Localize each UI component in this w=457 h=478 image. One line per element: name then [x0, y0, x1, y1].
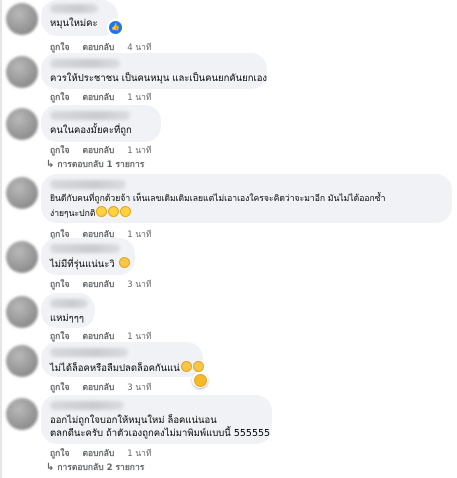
comment-actions: ถูกใจ ตอบกลับ 1 นาที [50, 446, 152, 460]
commenter-name[interactable] [50, 111, 130, 120]
grinning-emoji-icon [192, 361, 204, 372]
comment-bubble: ไม่ได้ล็อคหรือลืมปลดล็อคกันแน่ [41, 342, 204, 377]
avatar[interactable] [6, 108, 38, 140]
avatar[interactable] [6, 345, 38, 377]
comment-text-line-2: ง่ายๆนะปกติ [50, 206, 442, 221]
comment-text-line-2-text: ง่ายๆนะปกติ [50, 209, 96, 219]
reply-button[interactable]: ตอบกลับ [82, 40, 114, 54]
comment-bubble: แหม่ๆๆๆ [41, 293, 95, 328]
comment-bubble: ออกไม่ถูกใจบอกให้หมุนใหม่ ล็อคแน่นอน ตลก… [41, 395, 272, 444]
comment-time[interactable]: 3 นาที [127, 277, 151, 291]
thread-line [0, 0, 2, 478]
comment-bubble: หมุนใหม่คะ [41, 0, 118, 36]
comment-time[interactable]: 3 นาที [127, 380, 151, 394]
reply-button[interactable]: ตอบกลับ [82, 380, 114, 394]
comment-time[interactable]: 4 นาที [127, 40, 151, 54]
commenter-name[interactable] [50, 4, 98, 13]
comment-actions: ถูกใจ ตอบกลับ 3 นาที [50, 380, 152, 394]
like-button[interactable]: ถูกใจ [50, 329, 69, 343]
comment-actions: ถูกใจ ตอบกลับ 4 นาที [50, 40, 152, 54]
laughing-emoji-icon [96, 206, 108, 217]
comment-time[interactable]: 1 นาที [127, 329, 151, 343]
avatar[interactable] [6, 241, 38, 273]
commenter-name[interactable] [50, 401, 124, 410]
laughing-emoji-icon [108, 206, 120, 217]
comment-text-content: ไม่มีที่รุ่นแน่นะวิ [50, 259, 115, 270]
like-button[interactable]: ถูกใจ [50, 143, 69, 157]
comment-text: ไม่ได้ล็อคหรือลืมปลดล็อคกันแน่ [50, 361, 204, 375]
comment-text: ควรให้ประชาชน เป็นคนหมุน และเป็นคนยกคันย… [50, 73, 268, 84]
comment-time[interactable]: 1 นาที [127, 446, 151, 460]
avatar[interactable] [6, 56, 38, 88]
comment-text: แหม่ๆๆๆ [50, 313, 84, 324]
comment-text-line-1: ยินดีกับคนที่ถูกด้วยจ้า เห็นเลขเดิมเดิมเ… [50, 194, 386, 204]
comment-actions: ถูกใจ ตอบกลับ 1 นาที [50, 329, 152, 343]
reply-arrow-icon: ↳ [46, 461, 55, 473]
comment-bubble: ควรให้ประชาชน เป็นคนหมุน และเป็นคนยกคันย… [41, 53, 267, 89]
like-button[interactable]: ถูกใจ [50, 380, 69, 394]
avatar[interactable] [6, 398, 38, 430]
comment-bubble: คนในคองมั้ยคะที่ถูก [41, 105, 161, 142]
comment-time[interactable]: 1 นาที [127, 90, 151, 104]
reply-button[interactable]: ตอบกลับ [82, 277, 114, 291]
laughing-emoji-icon [120, 206, 132, 217]
view-replies-link[interactable]: ↳ การตอบกลับ 2 รายการ [46, 460, 144, 474]
like-button[interactable]: ถูกใจ [50, 446, 69, 460]
comment-actions: ถูกใจ ตอบกลับ 3 นาที [50, 277, 152, 291]
comment-actions: ถูกใจ ตอบกลับ 1 นาที [50, 90, 152, 104]
commenter-name[interactable] [50, 59, 120, 68]
replies-count: การตอบกลับ 1 รายการ [57, 160, 145, 170]
comment-text-line-1: ออกไม่ถูกใจบอกให้หมุนใหม่ ล็อคแน่นอน [50, 415, 217, 426]
avatar[interactable] [6, 296, 38, 328]
like-button[interactable]: ถูกใจ [50, 40, 69, 54]
reply-button[interactable]: ตอบกลับ [82, 329, 114, 343]
like-button[interactable]: ถูกใจ [50, 90, 69, 104]
like-button[interactable]: ถูกใจ [50, 277, 69, 291]
comment-text-content: ไม่ได้ล็อคหรือลืมปลดล็อคกันแน่ [50, 363, 180, 374]
like-reaction-icon[interactable]: 👍 [107, 19, 124, 36]
avatar[interactable] [6, 177, 38, 209]
avatar[interactable] [6, 3, 38, 35]
commenter-name[interactable] [50, 348, 128, 357]
reply-button[interactable]: ตอบกลับ [82, 446, 114, 460]
commenter-name[interactable] [50, 299, 88, 308]
grinning-emoji-icon [118, 257, 130, 268]
comment-time[interactable]: 1 นาที [127, 227, 151, 241]
comment-text: หมุนใหม่คะ [50, 18, 98, 29]
comment-text: ไม่มีที่รุ่นแน่นะวิ [50, 257, 130, 271]
comment-time[interactable]: 1 นาที [127, 143, 151, 157]
comment-bubble: ไม่มีที่รุ่นแน่นะวิ [41, 238, 135, 275]
comment-text-line-2: ตลกดีนะครับ ถ้าตัวเองถูกคงไม่มาพิมพ์แบบน… [50, 428, 271, 439]
view-replies-link[interactable]: ↳ การตอบกลับ 1 รายการ [46, 157, 144, 171]
commenter-name[interactable] [50, 180, 126, 189]
reply-button[interactable]: ตอบกลับ [82, 90, 114, 104]
reply-arrow-icon: ↳ [46, 158, 55, 170]
commenter-name[interactable] [50, 244, 120, 253]
comment-actions: ถูกใจ ตอบกลับ 1 นาที [50, 143, 152, 157]
reply-button[interactable]: ตอบกลับ [82, 143, 114, 157]
haha-reaction-icon[interactable] [192, 372, 208, 388]
replies-count: การตอบกลับ 2 รายการ [57, 463, 145, 473]
comment-bubble: ยินดีกับคนที่ถูกด้วยจ้า เห็นเลขเดิมเดิมเ… [41, 174, 452, 223]
haha-emoji-icon [193, 373, 207, 387]
comment-text: คนในคองมั้ยคะที่ถูก [50, 125, 132, 136]
grinning-emoji-icon [180, 361, 192, 372]
